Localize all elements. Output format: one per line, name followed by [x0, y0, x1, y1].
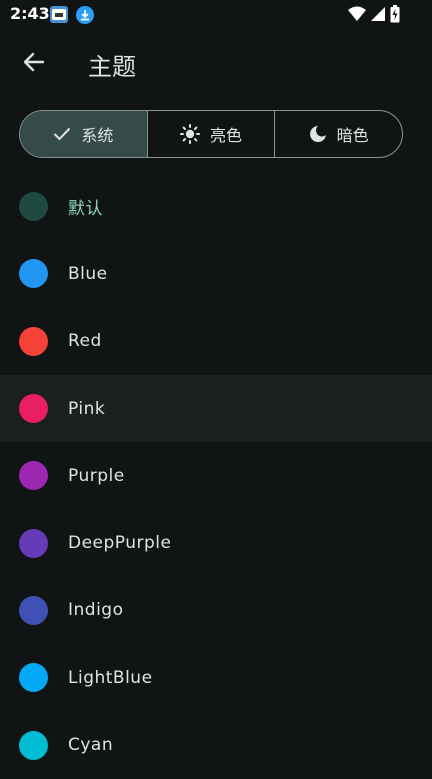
theme-item-blue[interactable]: Blue: [0, 240, 432, 307]
theme-item-default[interactable]: 默认: [0, 173, 432, 240]
mode-option-label: 亮色: [210, 126, 243, 145]
back-button[interactable]: [14, 42, 54, 82]
battery-icon: [390, 5, 400, 23]
theme-item-purple[interactable]: Purple: [0, 442, 432, 509]
page-title: 主题: [88, 53, 136, 81]
theme-item-label: Cyan: [68, 735, 114, 756]
status-bar: 2:43: [0, 0, 432, 30]
color-swatch: [19, 192, 48, 222]
theme-item-label: LightBlue: [68, 667, 153, 688]
theme-item-lightblue[interactable]: LightBlue: [0, 644, 432, 711]
mode-option-label: 系统: [81, 126, 114, 145]
theme-item-label: Pink: [68, 398, 106, 419]
color-swatch: [19, 528, 48, 558]
color-swatch: [19, 595, 48, 625]
sun-icon: [180, 124, 200, 144]
theme-item-indigo[interactable]: Indigo: [0, 577, 432, 644]
status-time: 2:43: [10, 4, 50, 23]
arrow-back-icon: [23, 52, 45, 72]
theme-item-label: DeepPurple: [68, 533, 172, 554]
theme-item-label: 默认: [68, 199, 103, 220]
color-swatch: [19, 730, 48, 760]
color-swatch: [19, 326, 48, 356]
mode-option-dark[interactable]: 暗色: [275, 111, 402, 157]
signal-icon: [371, 7, 385, 21]
color-swatch: [19, 461, 48, 491]
top-app-bar: 主题: [0, 30, 432, 94]
theme-item-label: Indigo: [68, 600, 124, 621]
color-swatch: [19, 663, 48, 693]
theme-item-label: Blue: [68, 263, 108, 284]
theme-item-label: Red: [68, 331, 102, 352]
check-icon: [54, 127, 71, 141]
moon-icon: [309, 126, 326, 142]
theme-item-deeppurple[interactable]: DeepPurple: [0, 509, 432, 576]
theme-item-label: Purple: [68, 465, 125, 486]
mode-option-light[interactable]: 亮色: [148, 111, 276, 157]
mode-option-label: 暗色: [336, 126, 369, 145]
theme-color-list: 默认 Blue Red Pink Purple DeepPurple Indig…: [0, 173, 432, 779]
mode-option-system[interactable]: 系统: [20, 111, 148, 157]
color-swatch: [19, 259, 48, 289]
theme-item-cyan[interactable]: Cyan: [0, 711, 432, 778]
app-notification-icon: [50, 6, 68, 23]
theme-item-red[interactable]: Red: [0, 308, 432, 375]
status-icons: [348, 5, 400, 23]
color-swatch: [19, 394, 48, 424]
wifi-icon: [348, 6, 366, 21]
theme-mode-segmented-button: 系统 亮色 暗色: [19, 110, 403, 158]
download-icon: [76, 6, 94, 24]
theme-item-pink[interactable]: Pink: [0, 374, 432, 443]
